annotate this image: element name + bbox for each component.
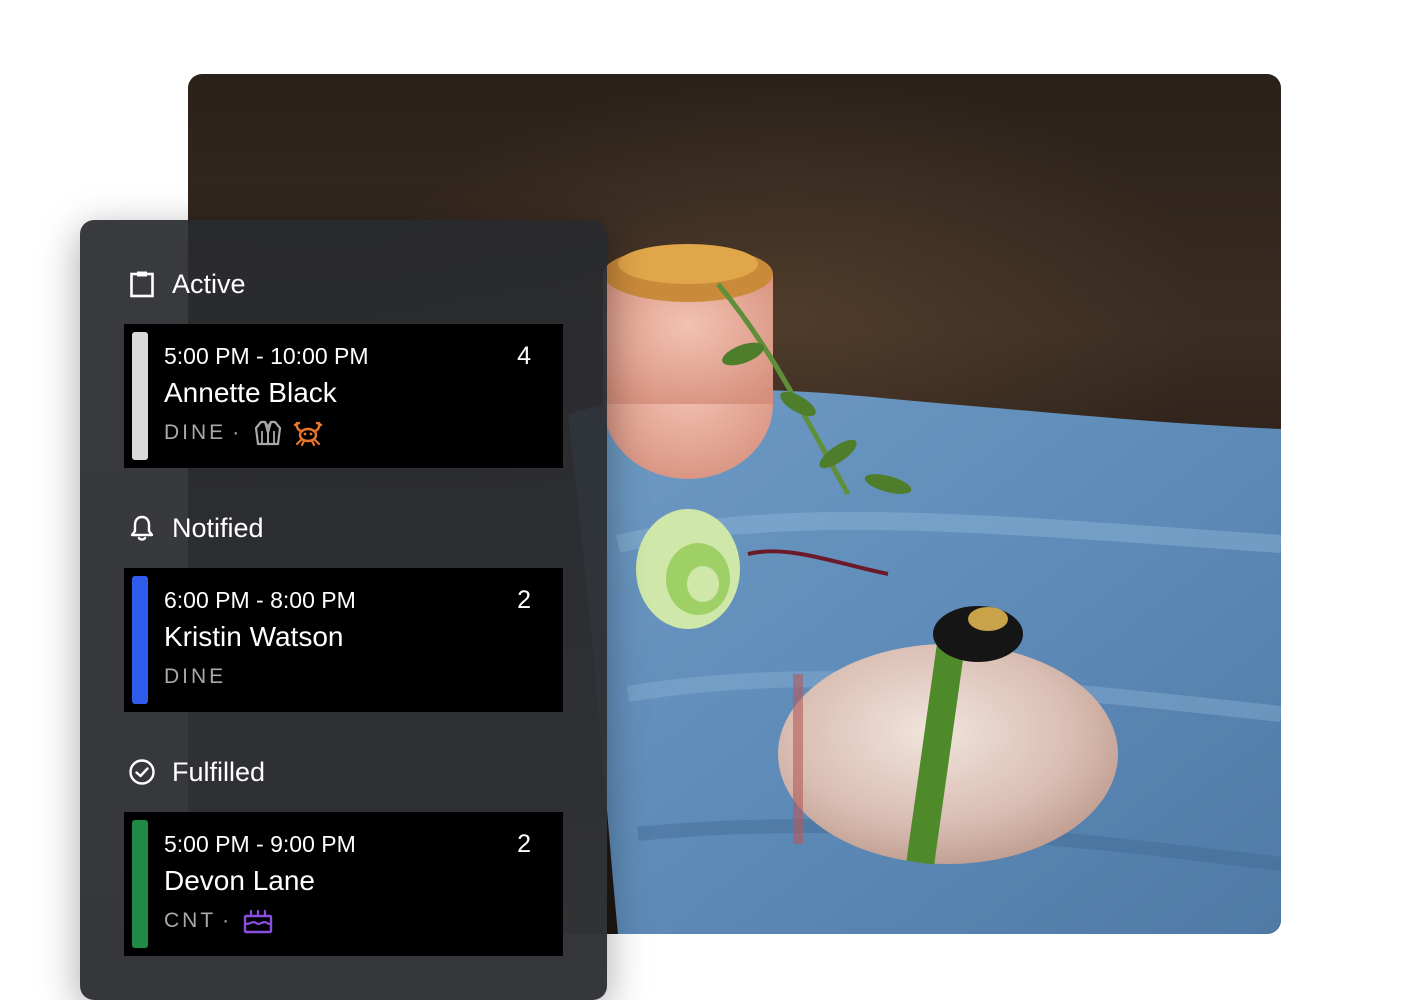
section-header-notified: Notified bbox=[128, 511, 264, 545]
section-header-fulfilled: Fulfilled bbox=[128, 755, 265, 789]
separator-dot: · bbox=[222, 909, 230, 932]
party-size: 4 bbox=[517, 342, 531, 370]
jacket-icon bbox=[253, 418, 283, 448]
guest-name: Devon Lane bbox=[164, 865, 316, 896]
reservation-time: 6:00 PM - 8:00 PM bbox=[164, 587, 356, 613]
reservation-meta: DINE · bbox=[164, 418, 327, 448]
reservation-time: 5:00 PM - 9:00 PM bbox=[164, 831, 356, 857]
section-title: Notified bbox=[172, 512, 264, 543]
cake-icon bbox=[243, 906, 273, 936]
stage: Active 5:00 PM - 10:00 PM 4 Annette Blac… bbox=[0, 0, 1418, 1000]
check-circle-icon bbox=[128, 758, 156, 786]
section-header-active: Active bbox=[128, 267, 246, 301]
guest-name: Kristin Watson bbox=[164, 621, 344, 652]
reservation-type: DINE bbox=[164, 665, 227, 688]
reservation-time: 5:00 PM - 10:00 PM bbox=[164, 343, 369, 369]
reservations-panel: Active 5:00 PM - 10:00 PM 4 Annette Blac… bbox=[80, 220, 607, 1000]
guest-name: Annette Black bbox=[164, 377, 337, 408]
party-size: 2 bbox=[517, 830, 531, 858]
separator-dot: · bbox=[232, 421, 240, 444]
reservation-type: CNT bbox=[164, 909, 217, 932]
reservation-type: DINE bbox=[164, 421, 227, 444]
reservation-meta: CNT · bbox=[164, 906, 277, 936]
reservation-card-annette-black[interactable]: 5:00 PM - 10:00 PM 4 Annette Black DINE … bbox=[124, 324, 563, 468]
crab-icon bbox=[293, 418, 323, 448]
reservation-card-devon-lane[interactable]: 5:00 PM - 9:00 PM 2 Devon Lane CNT · bbox=[124, 812, 563, 956]
status-bar bbox=[132, 820, 148, 948]
section-title: Active bbox=[172, 268, 246, 299]
status-bar bbox=[132, 332, 148, 460]
status-bar bbox=[132, 576, 148, 704]
section-title: Fulfilled bbox=[172, 756, 266, 787]
bell-icon bbox=[128, 514, 156, 542]
reservation-meta: DINE bbox=[164, 662, 226, 692]
clipboard-icon bbox=[128, 270, 156, 298]
reservation-card-kristin-watson[interactable]: 6:00 PM - 8:00 PM 2 Kristin Watson DINE bbox=[124, 568, 563, 712]
party-size: 2 bbox=[517, 586, 531, 614]
